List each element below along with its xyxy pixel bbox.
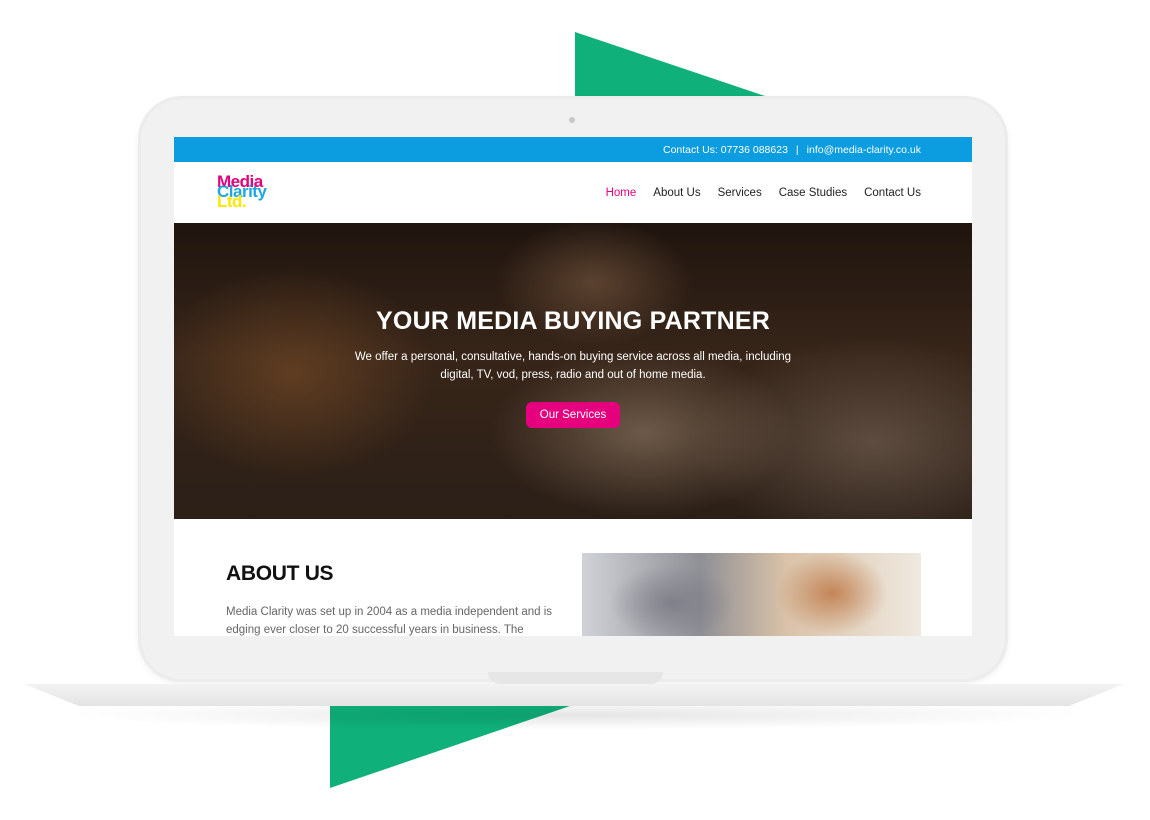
laptop-hinge xyxy=(488,672,663,684)
camera-icon xyxy=(569,117,575,123)
laptop-base xyxy=(24,684,1124,706)
about-text: Media Clarity was set up in 2004 as a me… xyxy=(226,606,553,636)
hero-content: YOUR MEDIA BUYING PARTNER We offer a per… xyxy=(174,307,972,428)
green-triangle-top xyxy=(575,32,765,96)
nav-item-home[interactable]: Home xyxy=(606,187,637,199)
about-section: ABOUT US Media Clarity was set up in 200… xyxy=(174,519,972,636)
nav-item-contact-us[interactable]: Contact Us xyxy=(864,187,921,199)
contact-email-link[interactable]: info@media-clarity.co.uk xyxy=(807,144,921,156)
logo-line-ltd: Ltd. xyxy=(217,191,247,211)
hero-description: We offer a personal, consultative, hands… xyxy=(354,351,792,381)
header-navbar: Media Clarity Ltd. Home About Us Service… xyxy=(174,162,972,223)
nav-item-services[interactable]: Services xyxy=(718,187,762,199)
contact-phone[interactable]: Contact Us: 07736 088623 xyxy=(663,144,788,156)
nav-item-case-studies[interactable]: Case Studies xyxy=(779,187,847,199)
contact-topbar: Contact Us: 07736 088623 | info@media-cl… xyxy=(174,137,972,162)
hero-title: YOUR MEDIA BUYING PARTNER xyxy=(376,307,770,335)
hero-section: YOUR MEDIA BUYING PARTNER We offer a per… xyxy=(174,223,972,519)
website-screen: Contact Us: 07736 088623 | info@media-cl… xyxy=(174,137,972,636)
about-image xyxy=(582,553,921,636)
our-services-button[interactable]: Our Services xyxy=(525,402,621,428)
site-logo[interactable]: Media Clarity Ltd. xyxy=(217,173,283,213)
about-title: ABOUT US xyxy=(226,562,334,585)
main-nav: Home About Us Services Case Studies Cont… xyxy=(606,187,921,199)
topbar-separator: | xyxy=(795,143,799,156)
nav-item-about-us[interactable]: About Us xyxy=(653,187,700,199)
